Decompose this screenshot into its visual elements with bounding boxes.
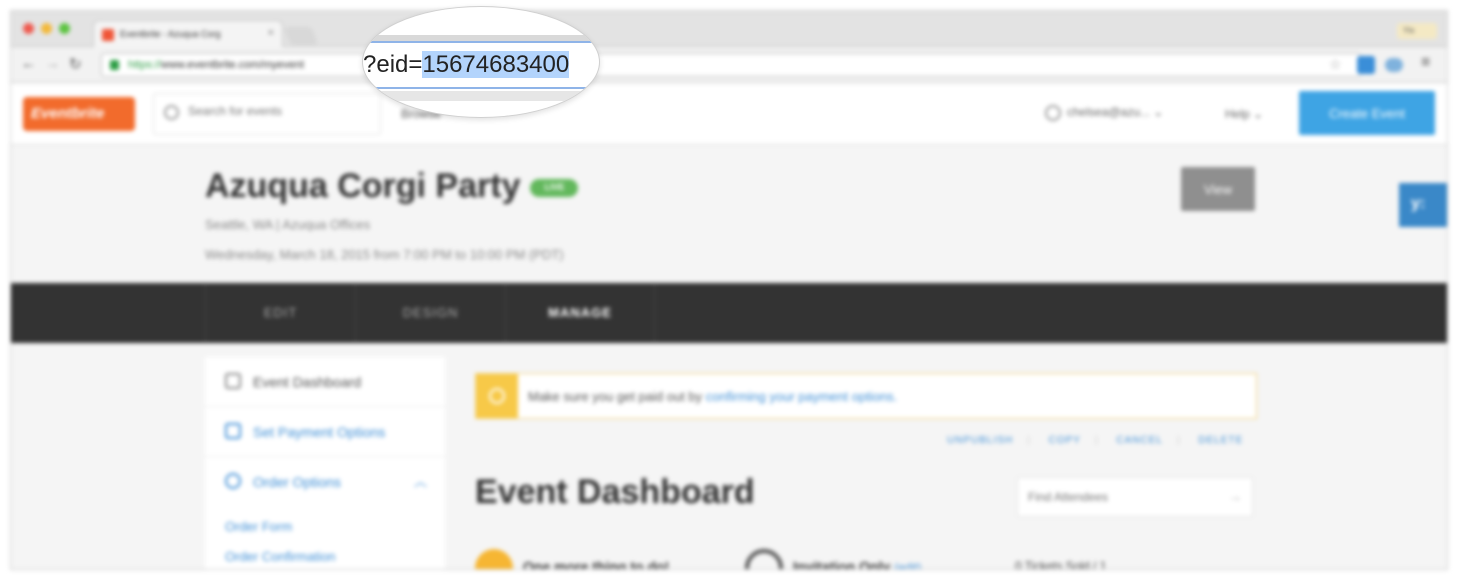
url-magnifier-callout: ?eid=15674683400 <box>362 6 600 118</box>
event-title: Azuqua Corgi Party LIVE <box>205 167 579 206</box>
browser-menu-icon[interactable]: ≡ <box>1421 54 1430 72</box>
delete-link[interactable]: DELETE <box>1198 435 1243 446</box>
find-attendees-input[interactable] <box>1028 490 1208 504</box>
user-menu[interactable]: chelsea@azu... ⌄ <box>1045 105 1163 121</box>
browser-window: Eventbrite - Azuqua Corg × Ytx ← → ↻ htt… <box>10 10 1448 570</box>
lock-circle-icon <box>745 549 783 569</box>
minimize-window-icon[interactable] <box>41 23 52 34</box>
create-event-button[interactable]: Create Event <box>1299 91 1435 135</box>
address-bar[interactable]: https://www.eventbrite.com/myevent <box>101 53 1361 77</box>
magnified-focus-border <box>363 41 599 43</box>
reload-icon[interactable]: ↻ <box>69 55 82 73</box>
tab-design[interactable]: DESIGN <box>355 283 505 343</box>
eventbrite-favicon-icon <box>102 29 114 41</box>
sidebar-item-label: Set Payment Options <box>253 424 386 440</box>
live-status-badge: LIVE <box>530 179 579 198</box>
manage-sidebar: Event Dashboard Set Payment Options Orde… <box>205 357 445 569</box>
unpublish-link[interactable]: UNPUBLISH <box>947 435 1013 446</box>
browser-tab-title: Eventbrite - Azuqua Corg <box>120 29 221 39</box>
search-icon <box>164 105 179 120</box>
sidebar-item-event-dashboard[interactable]: Event Dashboard <box>205 357 445 407</box>
home-icon <box>225 373 241 389</box>
tab-edit[interactable]: EDIT <box>205 283 355 343</box>
copy-link[interactable]: COPY <box>1049 435 1081 446</box>
browser-tab[interactable]: Eventbrite - Azuqua Corg × <box>93 20 283 47</box>
page-title: Event Dashboard <box>475 473 755 511</box>
help-label: Help <box>1225 107 1250 121</box>
divider: | <box>1094 435 1099 446</box>
view-event-button[interactable]: View <box>1181 167 1255 211</box>
divider: | <box>1027 435 1031 446</box>
event-search[interactable] <box>153 93 381 135</box>
chevron-up-icon[interactable]: ︿ <box>414 471 427 490</box>
url-scheme: https:// <box>128 59 162 71</box>
tab-close-icon[interactable]: × <box>268 27 274 39</box>
cancel-link[interactable]: CANCEL <box>1116 435 1163 446</box>
alert-clock-icon <box>476 374 518 418</box>
browser-profile-chip[interactable]: Ytx <box>1397 23 1437 39</box>
event-title-text: Azuqua Corgi Party <box>205 167 521 205</box>
credit-card-icon <box>225 423 241 439</box>
cloud-extension-icon[interactable] <box>1385 58 1403 72</box>
help-menu[interactable]: Help ⌄ <box>1225 107 1263 121</box>
arrow-right-icon[interactable]: → <box>1228 488 1242 504</box>
maximize-window-icon[interactable] <box>59 23 70 34</box>
lock-icon <box>110 60 119 70</box>
privacy-item: Invitation Only (edit) <box>745 549 921 570</box>
search-input[interactable] <box>188 104 368 118</box>
people-icon <box>225 473 241 489</box>
todo-text: One more thing to do! <box>523 558 670 570</box>
new-tab-button[interactable] <box>283 27 319 45</box>
sidebar-item-label: Event Dashboard <box>253 374 362 390</box>
close-window-icon[interactable] <box>23 23 34 34</box>
url-path: www.eventbrite.com/myevent <box>161 59 305 71</box>
sidebar-item-payment-options[interactable]: Set Payment Options <box>205 407 445 457</box>
screenshot-stage: Eventbrite - Azuqua Corg × Ytx ← → ↻ htt… <box>0 0 1458 576</box>
find-attendees[interactable]: → <box>1017 477 1253 517</box>
highlighted-event-id[interactable]: 15674683400 <box>422 51 570 78</box>
magnified-header-edge <box>363 91 599 101</box>
event-nav: EDIT DESIGN MANAGE <box>11 283 1447 343</box>
extension-icon[interactable] <box>1357 56 1375 74</box>
todo-item: One more thing to do! <box>475 549 670 570</box>
browser-tab-strip: Eventbrite - Azuqua Corg × Ytx <box>11 11 1447 47</box>
magnified-url: ?eid=15674683400 <box>363 51 570 79</box>
tab-manage[interactable]: MANAGE <box>505 283 655 343</box>
browser-toolbar: ← → ↻ https://www.eventbrite.com/myevent… <box>11 47 1447 83</box>
alert-message: Make sure you get paid out by confirming… <box>528 389 897 404</box>
privacy-text: Invitation Only <box>793 558 891 570</box>
alert-text: Make sure you get paid out by <box>528 389 706 404</box>
eventbrite-logo[interactable]: Eventbrite <box>23 97 135 131</box>
site-header: Eventbrite Browse chelsea@azu... ⌄ Help … <box>11 83 1447 145</box>
tickets-sold: 0 Tickets Sold / 1 <box>1015 559 1107 570</box>
divider: | <box>1176 435 1181 446</box>
event-date: Wednesday, March 18, 2015 from 7:00 PM t… <box>205 247 564 262</box>
sidebar-subitem-order-form[interactable]: Order Form <box>225 519 292 534</box>
user-email: chelsea@azu... <box>1067 105 1150 120</box>
todo-icon <box>475 549 513 569</box>
privacy-edit-link[interactable]: (edit) <box>894 561 921 569</box>
bookmark-star-icon[interactable]: ☆ <box>1329 56 1342 73</box>
user-avatar-icon <box>1045 105 1061 121</box>
back-arrow-icon[interactable]: ← <box>21 55 36 72</box>
side-widget-tab[interactable]: y: <box>1399 183 1447 227</box>
event-location: Seattle, WA | Azuqua Offices <box>205 217 371 232</box>
payment-options-link[interactable]: confirming your payment options. <box>706 389 897 404</box>
payment-alert: Make sure you get paid out by confirming… <box>475 373 1257 419</box>
magnified-focus-border <box>363 87 599 89</box>
sidebar-item-order-options[interactable]: Order Options ︿ <box>205 457 445 507</box>
magnified-url-param: ?eid= <box>363 51 423 78</box>
sidebar-item-label: Order Options <box>253 474 341 490</box>
sidebar-subitem-order-confirmation[interactable]: Order Confirmation <box>225 549 336 564</box>
forward-arrow-icon[interactable]: → <box>45 55 60 72</box>
event-actions: UNPUBLISH | COPY | CANCEL | DELETE <box>947 435 1257 446</box>
